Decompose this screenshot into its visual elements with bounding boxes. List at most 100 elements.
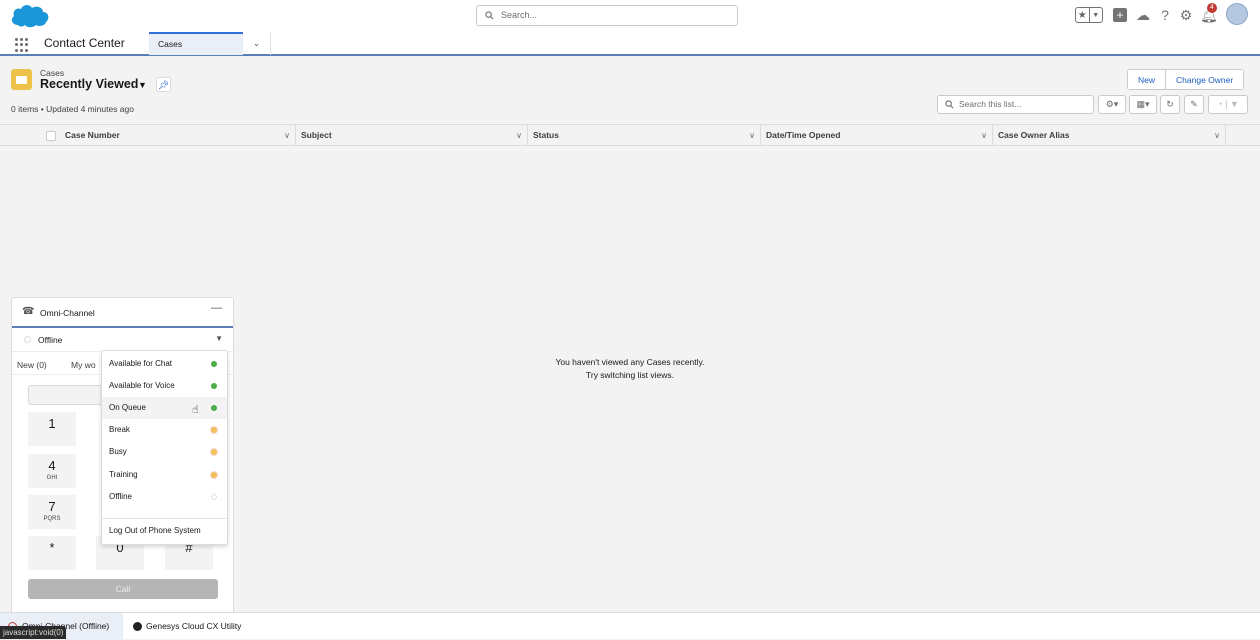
status-dot-icon	[211, 494, 217, 500]
column-label: Case Owner Alias	[998, 130, 1070, 140]
display-as-table-icon[interactable]: ▦▾	[1129, 95, 1157, 114]
tab-my-work[interactable]: My wo	[71, 360, 96, 370]
chevron-down-icon[interactable]: ▼	[1088, 8, 1103, 22]
menu-divider	[102, 518, 227, 519]
chevron-down-icon[interactable]: ∨	[1214, 125, 1220, 146]
status-menu: Available for Chat Available for Voice O…	[101, 350, 228, 545]
utility-label: Genesys Cloud CX Utility	[146, 621, 242, 631]
key-digit: *	[49, 540, 55, 555]
chevron-down-icon[interactable]: ∨	[284, 125, 290, 146]
list-view-name[interactable]: Recently Viewed	[40, 77, 138, 91]
select-all-checkbox[interactable]	[46, 131, 56, 141]
dial-key-4[interactable]: 4 GHI	[28, 454, 76, 488]
global-search-input[interactable]: Search...	[476, 5, 738, 26]
menu-label: Break	[109, 425, 130, 434]
column-header-owner-alias[interactable]: Case Owner Alias ∨	[993, 125, 1226, 146]
status-value: Offline	[38, 335, 63, 345]
column-label: Date/Time Opened	[766, 130, 841, 140]
chevron-down-icon[interactable]: ∨	[516, 125, 522, 146]
add-icon[interactable]: +	[1113, 8, 1127, 22]
help-icon[interactable]: ?	[1158, 8, 1172, 22]
trailhead-icon[interactable]: ☁	[1136, 8, 1150, 22]
filter-icon[interactable]: ▼	[1230, 99, 1239, 109]
utility-bar: Omni-Channel (Offline) Genesys Cloud CX …	[0, 612, 1260, 640]
status-dot-icon	[211, 472, 217, 478]
edit-pencil-icon[interactable]: ✎	[1184, 95, 1204, 114]
user-avatar[interactable]	[1226, 3, 1248, 25]
dial-key-7[interactable]: 7 PQRS	[28, 495, 76, 529]
list-settings-gear-icon[interactable]: ⚙▾	[1098, 95, 1126, 114]
menu-item-offline[interactable]: Offline	[102, 486, 227, 508]
column-label: Subject	[301, 130, 332, 140]
list-actions: New Change Owner	[1127, 69, 1245, 90]
genesys-icon	[133, 622, 142, 631]
omni-title: Omni-Channel	[40, 308, 95, 318]
list-meta: 0 items • Updated 4 minutes ago	[11, 104, 134, 114]
key-letters: GHI	[46, 475, 58, 481]
app-launcher-icon[interactable]	[15, 38, 29, 52]
key-digit: 4	[48, 458, 56, 473]
column-header-date-opened[interactable]: Date/Time Opened ∨	[761, 125, 993, 146]
column-label: Status	[533, 130, 559, 140]
call-button[interactable]: Call	[28, 579, 218, 599]
pin-icon[interactable]: 📌︎	[156, 77, 171, 92]
chevron-down-icon[interactable]: ∨	[749, 125, 755, 146]
grid-header: Case Number ∨ Subject ∨ Status ∨ Date/Time …	[0, 125, 1260, 146]
notification-badge: 4	[1207, 3, 1217, 13]
status-dot-icon	[211, 405, 217, 411]
menu-item-on-queue[interactable]: On Queue	[102, 397, 227, 419]
hand-cursor-icon: ☝︎	[192, 404, 199, 416]
column-header-subject[interactable]: Subject ∨	[296, 125, 528, 146]
menu-label: Busy	[109, 447, 127, 456]
status-dropdown[interactable]: Offline ▼	[12, 328, 233, 352]
tab-cases[interactable]: Cases	[149, 32, 243, 55]
favorites-button[interactable]: ★ ▼	[1075, 7, 1103, 23]
global-header: Search... ★ ▼ + ☁ ? ⚙ 🔔︎ 4	[0, 0, 1260, 32]
chart-icon[interactable]: ◔	[1217, 99, 1222, 109]
tab-dropdown-chevron-icon[interactable]: ⌄	[243, 32, 271, 55]
key-letters: PQRS	[43, 516, 61, 522]
offline-status-icon	[24, 336, 31, 343]
chart-filter-group: ◔ | ▼	[1208, 95, 1248, 114]
menu-item-available-chat[interactable]: Available for Chat	[102, 353, 227, 375]
list-search-placeholder: Search this list...	[959, 99, 1022, 109]
key-digit: 1	[48, 416, 56, 431]
new-button[interactable]: New	[1128, 70, 1166, 89]
menu-item-busy[interactable]: Busy	[102, 441, 227, 463]
utility-genesys[interactable]: Genesys Cloud CX Utility	[133, 613, 241, 640]
refresh-icon[interactable]: ↻	[1160, 95, 1180, 114]
column-header-status[interactable]: Status ∨	[528, 125, 761, 146]
caret-down-icon[interactable]: ▼	[215, 334, 223, 343]
app-nav-bar: Contact Center Cases ⌄	[0, 32, 1260, 56]
menu-label: Offline	[109, 492, 132, 501]
key-digit: 7	[48, 499, 56, 514]
menu-item-logout[interactable]: Log Out of Phone System	[102, 520, 227, 542]
list-view-caret-icon[interactable]: ▼	[138, 80, 147, 90]
minimize-icon[interactable]: —	[211, 302, 222, 314]
app-name: Contact Center	[44, 36, 125, 50]
change-owner-button[interactable]: Change Owner	[1165, 70, 1244, 89]
browser-status-bar: javascript:void(0)	[0, 626, 67, 639]
menu-item-available-voice[interactable]: Available for Voice	[102, 375, 227, 397]
settings-gear-icon[interactable]: ⚙	[1179, 8, 1193, 22]
chevron-down-icon[interactable]: ∨	[981, 125, 987, 146]
status-dot-icon	[211, 427, 217, 433]
salesforce-logo[interactable]	[10, 3, 50, 29]
search-icon	[945, 100, 954, 109]
omni-channel-icon: ☎︎	[22, 306, 35, 317]
menu-label: Available for Chat	[109, 359, 172, 368]
menu-label: Training	[109, 470, 138, 479]
menu-item-break[interactable]: Break	[102, 419, 227, 441]
menu-item-training[interactable]: Training	[102, 464, 227, 486]
menu-label: On Queue	[109, 403, 146, 412]
dial-key-1[interactable]: 1	[28, 412, 76, 446]
column-header-case-number[interactable]: Case Number ∨	[60, 125, 296, 146]
dial-key-star[interactable]: *	[28, 536, 76, 570]
column-label: Case Number	[65, 130, 120, 140]
star-icon: ★	[1077, 9, 1087, 21]
search-icon	[485, 11, 494, 20]
status-dot-icon	[211, 449, 217, 455]
list-search-input[interactable]: Search this list...	[937, 95, 1094, 114]
tab-new[interactable]: New (0)	[17, 360, 47, 370]
cases-object-icon	[11, 69, 32, 90]
